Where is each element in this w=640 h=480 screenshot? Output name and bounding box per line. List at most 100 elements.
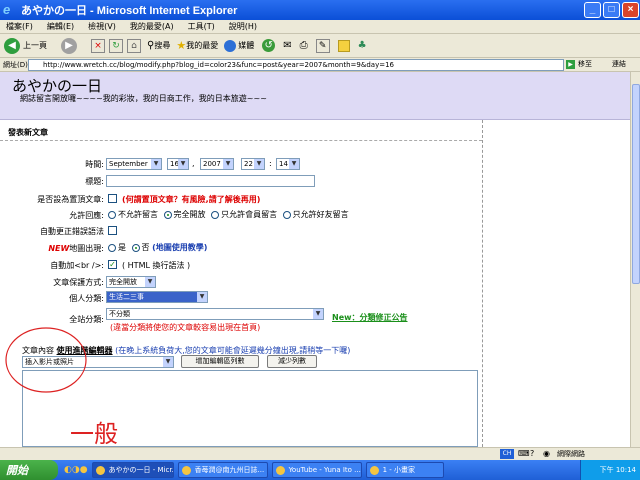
br-label: 自動加<br />: bbox=[50, 261, 104, 270]
red-circle-mark bbox=[5, 327, 87, 393]
subject-input[interactable] bbox=[106, 175, 315, 187]
address-input[interactable]: http://www.wretch.cc/blog/modify.php?blo… bbox=[28, 59, 564, 71]
map-options: 是 否 (地圖使用教學) bbox=[108, 242, 207, 253]
map-option-no[interactable]: 否 bbox=[131, 243, 150, 252]
search-button[interactable]: ⚲ 搜尋 bbox=[147, 40, 170, 51]
day-select[interactable]: 16 ▼ bbox=[167, 158, 189, 170]
category-notice-link[interactable]: New：分類修正公告 bbox=[332, 312, 408, 323]
media-button[interactable]: 媒體 bbox=[224, 39, 254, 52]
year-select[interactable]: 2007 ▼ bbox=[200, 158, 234, 170]
back-button[interactable]: ◀ 上一頁 bbox=[4, 37, 47, 54]
sticky-label: 是否設為置頂文章: bbox=[37, 195, 104, 204]
reply-option-none[interactable]: 不允許留言 bbox=[108, 210, 158, 219]
autofix-checkbox[interactable] bbox=[108, 226, 117, 235]
stop-icon[interactable]: × bbox=[91, 38, 105, 53]
vertical-scrollbar[interactable] bbox=[630, 72, 640, 447]
clock[interactable]: 下午 10:14 bbox=[600, 466, 636, 474]
chevron-down-icon: ▼ bbox=[163, 357, 173, 367]
reply-options: 不允許留言 完全開放 只允許會員留言 只允許好友留言 bbox=[108, 209, 349, 220]
close-button[interactable]: × bbox=[622, 2, 639, 18]
note-icon[interactable] bbox=[337, 39, 350, 52]
ie-icon: e bbox=[3, 2, 11, 17]
new-badge: NEW bbox=[48, 244, 70, 253]
br-note: ( HTML 換行語法 ) bbox=[122, 261, 191, 270]
messenger-icon[interactable]: ♣ bbox=[358, 40, 367, 51]
hour-select[interactable]: 22 ▼ bbox=[241, 158, 265, 170]
add-rows-button[interactable]: 增加編輯區列數 bbox=[181, 355, 259, 368]
toolbar: ◀ 上一頁 ▶ × ↻ ⌂ ⚲ 搜尋 ★ 我的最愛 媒體 ↺ ✉ ⎙ ✎ ♣ bbox=[0, 34, 640, 58]
home-icon[interactable]: ⌂ bbox=[127, 38, 141, 53]
page-content: あやかの一日 網誌留言開放囉~~~~我的彩妝，我的日商工作，我的日本旅遊~~~ … bbox=[0, 72, 640, 447]
status-bar: CH ⌨ ? ◉ 網際網路 bbox=[0, 447, 640, 460]
menu-file[interactable]: 檔案(F) bbox=[6, 21, 33, 32]
personal-category-select[interactable]: 生活二三事 ▼ bbox=[106, 291, 208, 303]
reduce-rows-button[interactable]: 減少列數 bbox=[267, 355, 317, 368]
reply-option-friends[interactable]: 只允許好友留言 bbox=[282, 210, 349, 219]
go-button[interactable]: 移至 bbox=[578, 59, 592, 69]
minute-select[interactable]: 14 ▼ bbox=[276, 158, 300, 170]
map-help-link[interactable]: (地圖使用教學) bbox=[152, 243, 207, 252]
protect-select[interactable]: 完全開放 ▼ bbox=[106, 276, 156, 288]
chevron-down-icon: ▼ bbox=[145, 277, 155, 287]
sticky-checkbox[interactable] bbox=[108, 194, 117, 203]
favorites-button[interactable]: ★ 我的最愛 bbox=[176, 39, 218, 52]
br-checkbox[interactable]: ✓ bbox=[108, 260, 117, 269]
handwritten-text: 一般 bbox=[70, 420, 118, 447]
globe-icon: ◉ bbox=[543, 449, 550, 458]
star-icon: ★ bbox=[176, 39, 187, 52]
blog-subtitle: 網誌留言開放囉~~~~我的彩妝，我的日商工作，我的日本旅遊~~~ bbox=[20, 94, 267, 103]
autofix-label: 自動更正錯誤語法 bbox=[40, 227, 104, 236]
sticky-warning-link[interactable]: (何謂置頂文章？有風險,請了解後再用) bbox=[122, 194, 260, 205]
chevron-down-icon: ▼ bbox=[254, 159, 264, 169]
forward-button[interactable]: ▶ bbox=[61, 37, 77, 54]
media-icon bbox=[224, 39, 237, 52]
help-icon[interactable]: ? bbox=[530, 449, 534, 458]
links-button[interactable]: 連結 bbox=[612, 59, 626, 69]
edit-icon[interactable]: ✎ bbox=[315, 38, 330, 53]
mail-icon[interactable]: ✉ bbox=[283, 40, 291, 51]
start-button[interactable]: 開始 bbox=[0, 460, 58, 480]
forward-arrow-icon: ▶ bbox=[61, 37, 77, 54]
column-divider bbox=[482, 120, 483, 447]
heading-divider bbox=[0, 140, 482, 141]
taskbar: 開始 ◐◑● あやかの一日 - Micr... 香苺潤@南九州日誌... You… bbox=[0, 460, 640, 480]
address-bar: 網址(D) http://www.wretch.cc/blog/modify.p… bbox=[0, 58, 640, 72]
reply-label: 允許回應: bbox=[69, 211, 104, 220]
ime-indicator[interactable]: CH bbox=[500, 449, 514, 459]
history-icon[interactable]: ↺ bbox=[262, 39, 276, 52]
chevron-down-icon: ▼ bbox=[223, 159, 233, 169]
menu-favorites[interactable]: 我的最愛(A) bbox=[130, 21, 174, 32]
window-title: あやかの一日 - Microsoft Internet Explorer bbox=[21, 5, 238, 17]
menu-tools[interactable]: 工具(T) bbox=[188, 21, 215, 32]
task-paint[interactable]: 1 - 小畫家 bbox=[365, 462, 444, 478]
site-category-select[interactable]: 不分類 ▼ bbox=[106, 308, 324, 320]
chevron-down-icon: ▼ bbox=[197, 292, 207, 302]
task-blog[interactable]: 香苺潤@南九州日誌... bbox=[177, 462, 268, 478]
back-arrow-icon: ◀ bbox=[4, 37, 20, 54]
maximize-button[interactable]: □ bbox=[603, 2, 620, 18]
chevron-down-icon: ▼ bbox=[289, 159, 299, 169]
refresh-icon[interactable]: ↻ bbox=[109, 38, 123, 53]
personal-category-label: 個人分類: bbox=[69, 294, 104, 303]
ime-icon[interactable]: ⌨ bbox=[518, 449, 530, 458]
task-youtube[interactable]: YouTube - Yuna Ito ... bbox=[271, 462, 362, 478]
menu-view[interactable]: 檢視(V) bbox=[88, 21, 116, 32]
go-arrow-icon[interactable]: ▶ bbox=[566, 60, 575, 69]
scroll-thumb[interactable] bbox=[632, 84, 640, 284]
chevron-down-icon: ▼ bbox=[313, 309, 323, 319]
reply-option-members[interactable]: 只允許會員留言 bbox=[211, 210, 277, 219]
task-ie[interactable]: あやかの一日 - Micr... bbox=[91, 462, 174, 478]
menu-help[interactable]: 說明(H) bbox=[229, 21, 257, 32]
menu-bar: 檔案(F) 編輯(E) 檢視(V) 我的最愛(A) 工具(T) 說明(H) bbox=[0, 20, 640, 34]
map-label: NEW地圖出現: bbox=[48, 244, 104, 253]
month-select[interactable]: September ▼ bbox=[106, 158, 162, 170]
print-icon[interactable]: ⎙ bbox=[300, 40, 308, 51]
map-option-yes[interactable]: 是 bbox=[108, 243, 126, 252]
menu-edit[interactable]: 編輯(E) bbox=[47, 21, 74, 32]
reply-option-open[interactable]: 完全開放 bbox=[163, 210, 206, 219]
title-bar: e あやかの一日 - Microsoft Internet Explorer _… bbox=[0, 0, 640, 20]
minimize-button[interactable]: _ bbox=[584, 2, 601, 18]
quicklaunch-icons[interactable]: ◐◑● bbox=[64, 465, 88, 475]
chevron-down-icon: ▼ bbox=[151, 159, 161, 169]
subject-label: 標題: bbox=[85, 177, 104, 186]
